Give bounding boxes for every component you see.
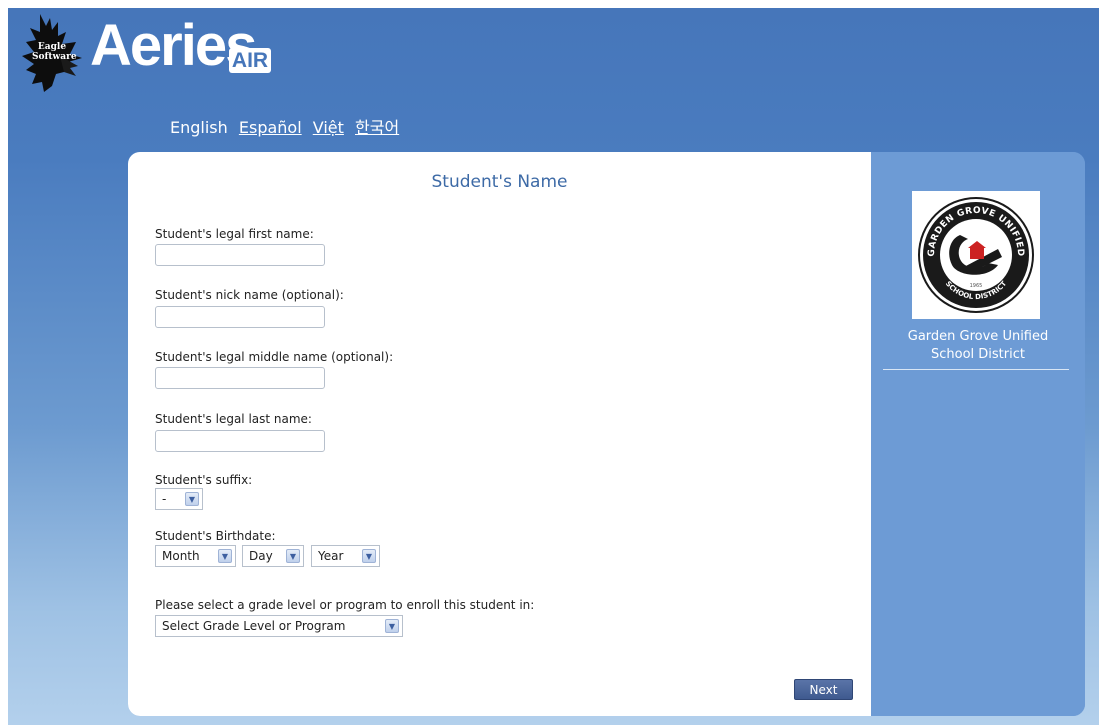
district-seal: GARDEN GROVE UNIFIED SCHOOL DISTRICT 196… — [912, 191, 1040, 319]
divider — [883, 369, 1069, 370]
district-sidebar: GARDEN GROVE UNIFIED SCHOOL DISTRICT 196… — [871, 152, 1085, 716]
air-badge: AIR — [229, 48, 271, 73]
form-area: Student's Name Student's legal first nam… — [128, 152, 871, 716]
eagle-word: Eagle — [37, 42, 67, 52]
chevron-down-icon: ▼ — [218, 549, 232, 563]
chevron-down-icon: ▼ — [362, 549, 376, 563]
grade-value: Select Grade Level or Program — [162, 619, 346, 633]
middle-name-label: Student's legal middle name (optional): — [155, 350, 394, 364]
district-name-line1: Garden Grove Unified — [907, 329, 1049, 344]
language-current: English — [170, 118, 228, 137]
suffix-label: Student's suffix: — [155, 473, 253, 487]
last-name-input[interactable] — [155, 430, 325, 452]
district-name-line2: School District — [931, 347, 1025, 362]
grade-label: Please select a grade level or program t… — [155, 598, 535, 612]
district-name: Garden Grove Unified School District — [871, 328, 1085, 364]
suffix-value: - — [162, 492, 167, 506]
birth-year-select[interactable]: Year ▼ — [311, 545, 380, 567]
grade-select[interactable]: Select Grade Level or Program ▼ — [155, 615, 403, 637]
district-seal-icon: GARDEN GROVE UNIFIED SCHOOL DISTRICT 196… — [918, 197, 1034, 313]
aeries-logo: Eagle Software Aeries AIR — [20, 12, 300, 102]
language-link-espanol[interactable]: Español — [239, 118, 302, 137]
first-name-input[interactable] — [155, 244, 325, 266]
birth-month-value: Month — [162, 549, 200, 563]
chevron-down-icon: ▼ — [286, 549, 300, 563]
birth-day-value: Day — [249, 549, 273, 563]
nick-name-input[interactable] — [155, 306, 325, 328]
middle-name-input[interactable] — [155, 367, 325, 389]
language-selector: English Español Việt 한국어 — [170, 114, 405, 138]
language-link-korean[interactable]: 한국어 — [355, 118, 399, 137]
language-link-viet[interactable]: Việt — [313, 118, 344, 137]
software-word: Software — [32, 52, 77, 62]
chevron-down-icon: ▼ — [385, 619, 399, 633]
enrollment-panel: Student's Name Student's legal first nam… — [128, 152, 1085, 716]
first-name-label: Student's legal first name: — [155, 227, 314, 241]
form-title: Student's Name — [431, 172, 568, 192]
birth-year-value: Year — [318, 549, 344, 563]
next-button[interactable]: Next — [794, 679, 853, 700]
suffix-select[interactable]: - ▼ — [155, 488, 203, 510]
eagle-software-text: Eagle Software — [32, 42, 77, 62]
birthdate-label: Student's Birthdate: — [155, 529, 276, 543]
last-name-label: Student's legal last name: — [155, 412, 312, 426]
birth-month-select[interactable]: Month ▼ — [155, 545, 236, 567]
nick-name-label: Student's nick name (optional): — [155, 288, 344, 302]
chevron-down-icon: ▼ — [185, 492, 199, 506]
seal-year: 1965 — [970, 283, 983, 289]
birth-day-select[interactable]: Day ▼ — [242, 545, 304, 567]
